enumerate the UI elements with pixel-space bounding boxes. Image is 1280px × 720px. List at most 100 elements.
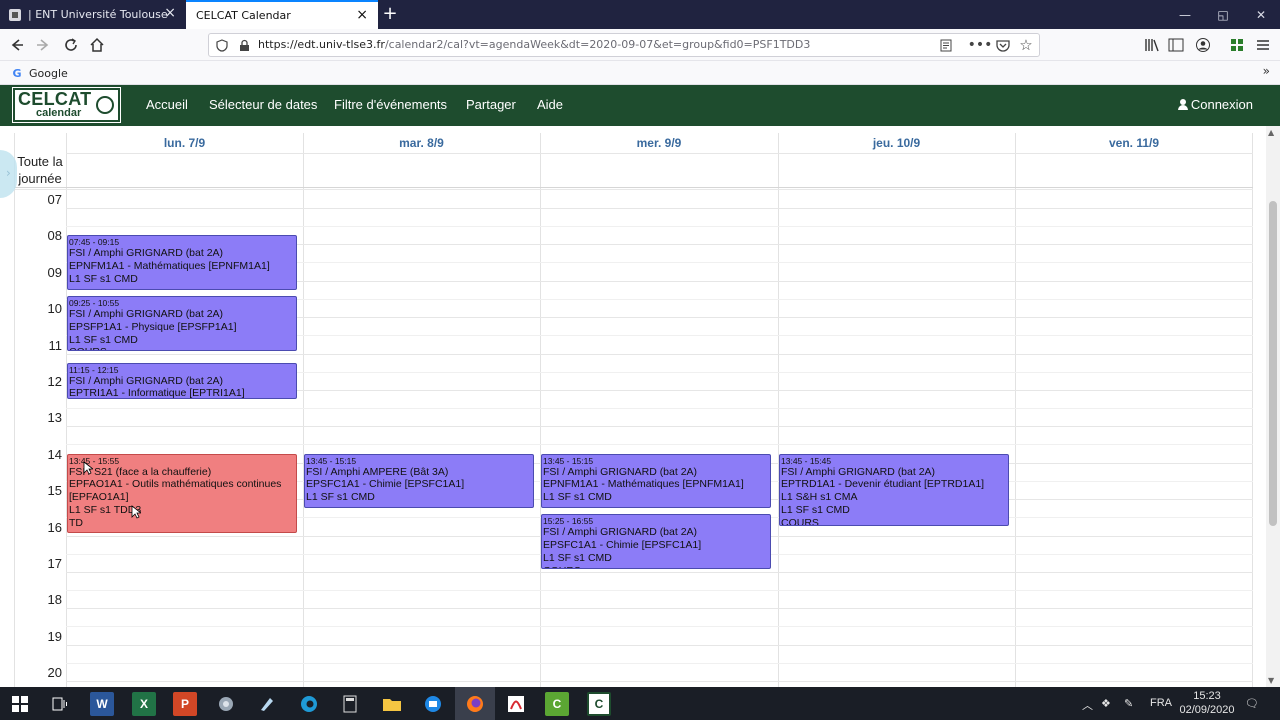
hour-label: 08 bbox=[47, 228, 62, 244]
menu-event-filter[interactable]: Filtre d'événements bbox=[334, 97, 447, 112]
calendar-event[interactable]: 15:25 - 16:55 FSI / Amphi GRIGNARD (bat 2… bbox=[541, 514, 771, 569]
calendar-event[interactable]: 09:25 - 10:55 FSI / Amphi GRIGNARD (bat 2… bbox=[67, 295, 297, 351]
logo-gear-icon bbox=[96, 96, 114, 114]
home-icon[interactable] bbox=[85, 33, 109, 57]
edge-icon[interactable] bbox=[297, 692, 321, 716]
browser-nav-bar: https://edt.univ-tlse3.fr/calendar2/cal?… bbox=[0, 29, 1280, 61]
calendar-event[interactable]: 07:45 - 09:15 FSI / Amphi GRIGNARD (bat 2… bbox=[67, 235, 297, 290]
event-line: FSI / Amphi GRIGNARD (bat 2A) bbox=[69, 247, 224, 260]
url-host: https://edt.univ-tlse3.fr bbox=[258, 38, 385, 51]
outlook-icon[interactable] bbox=[421, 692, 445, 716]
star-icon[interactable]: ☆ bbox=[1018, 36, 1034, 54]
ent-favicon-icon bbox=[8, 8, 22, 22]
celcat-app-icon[interactable]: C bbox=[587, 692, 611, 716]
account-icon[interactable] bbox=[1191, 33, 1215, 57]
more-icon[interactable]: ••• bbox=[968, 37, 993, 53]
notifications-icon[interactable]: 🗨 bbox=[1245, 697, 1259, 710]
event-time: 13:45 - 15:15 bbox=[306, 455, 357, 466]
hour-label: 13 bbox=[47, 410, 62, 426]
hour-label: 10 bbox=[47, 301, 62, 317]
event-line: COURS bbox=[69, 346, 295, 349]
half-hour-gridline bbox=[66, 444, 1253, 446]
tab-ent[interactable]: | ENT Université Toulouse III - P × bbox=[0, 0, 186, 29]
menu-icon[interactable] bbox=[1251, 33, 1275, 57]
calendar-event[interactable]: 13:45 - 15:15 FSI / Amphi AMPERE (Bât 3A)… bbox=[304, 453, 534, 509]
language-indicator[interactable]: FRA bbox=[1150, 697, 1172, 709]
acrobat-icon[interactable] bbox=[504, 692, 528, 716]
calendar-event[interactable]: 13:45 - 15:15 FSI / Amphi GRIGNARD (bat 2… bbox=[541, 453, 771, 509]
day-header-wed[interactable]: mer. 9/9 bbox=[540, 133, 778, 153]
day-header-tue[interactable]: mar. 8/9 bbox=[303, 133, 540, 153]
bookmarks-bar: G Google » bbox=[0, 61, 1280, 85]
reload-icon[interactable] bbox=[59, 33, 83, 57]
dropbox-icon[interactable]: ❖ bbox=[1101, 697, 1111, 710]
bookmarks-overflow-icon[interactable]: » bbox=[1263, 64, 1270, 78]
notepad-icon[interactable] bbox=[255, 692, 279, 716]
menu-date-selector[interactable]: Sélecteur de dates bbox=[209, 97, 317, 112]
back-icon[interactable] bbox=[5, 33, 29, 57]
scroll-up-icon[interactable]: ▲ bbox=[1268, 128, 1274, 137]
task-view-icon[interactable] bbox=[48, 692, 72, 716]
powerpoint-icon[interactable]: P bbox=[173, 692, 197, 716]
hour-label: 07 bbox=[47, 192, 62, 207]
event-line: COURS bbox=[781, 516, 819, 527]
day-header-mon[interactable]: lun. 7/9 bbox=[66, 133, 303, 153]
pen-icon[interactable]: ✎ bbox=[1124, 697, 1133, 710]
sidebar-icon[interactable] bbox=[1164, 33, 1188, 57]
page-scrollbar[interactable]: ▲ ▼ bbox=[1266, 126, 1280, 687]
show-hidden-icons-icon[interactable]: ︿ bbox=[1082, 697, 1093, 713]
scroll-down-icon[interactable]: ▼ bbox=[1268, 676, 1274, 685]
celcat-logo[interactable]: CELCAT calendar bbox=[12, 87, 121, 123]
minimize-icon[interactable]: — bbox=[1166, 0, 1204, 29]
start-icon[interactable] bbox=[8, 692, 32, 716]
pocket-icon[interactable] bbox=[995, 37, 1011, 53]
day-header-fri[interactable]: ven. 11/9 bbox=[1015, 133, 1253, 153]
menu-help[interactable]: Aide bbox=[537, 97, 563, 112]
event-line: EPNFM1A1 - Mathématiques [EPNFM1A1] bbox=[543, 478, 744, 491]
event-line: EPNFM1A1 - Mathématiques [EPNFM1A1] bbox=[69, 260, 270, 273]
menu-accueil[interactable]: Accueil bbox=[146, 97, 188, 112]
app-icon[interactable] bbox=[214, 692, 238, 716]
tab-title: CELCAT Calendar bbox=[196, 9, 291, 22]
shield-icon[interactable] bbox=[214, 37, 230, 53]
close-tab-icon[interactable]: × bbox=[164, 6, 176, 20]
url-bar[interactable]: https://edt.univ-tlse3.fr/calendar2/cal?… bbox=[208, 33, 1040, 57]
excel-icon[interactable]: X bbox=[132, 692, 156, 716]
url-text[interactable]: https://edt.univ-tlse3.fr/calendar2/cal?… bbox=[258, 38, 810, 51]
bookmark-label: Google bbox=[29, 66, 68, 80]
firefox-icon[interactable] bbox=[463, 692, 487, 716]
day-header-thu[interactable]: jeu. 10/9 bbox=[778, 133, 1015, 153]
system-clock[interactable]: 15:23 02/09/2020 bbox=[1172, 689, 1242, 717]
chevron-right-icon: › bbox=[6, 166, 11, 180]
bookmark-google[interactable]: G Google bbox=[10, 66, 68, 80]
calendar-event[interactable]: 13:45 - 15:55 FSI / S21 (face a la chauff… bbox=[67, 453, 297, 533]
user-icon bbox=[1177, 99, 1188, 110]
tab-celcat[interactable]: CELCAT Calendar × bbox=[186, 0, 378, 29]
half-hour-gridline bbox=[66, 408, 1253, 409]
calculator-icon[interactable] bbox=[338, 692, 362, 716]
mouse-cursor-icon bbox=[83, 461, 93, 475]
event-line: L1 SF s1 CMD bbox=[543, 551, 612, 564]
event-line: L1 SF s1 CMD bbox=[306, 491, 375, 504]
scrollbar-thumb[interactable] bbox=[1269, 201, 1277, 526]
forward-icon[interactable] bbox=[31, 33, 55, 57]
calendar-event[interactable]: 13:45 - 15:45 FSI / Amphi GRIGNARD (bat 2… bbox=[779, 453, 1009, 527]
camtasia-icon[interactable]: C bbox=[545, 692, 569, 716]
new-tab-icon[interactable]: + bbox=[380, 3, 400, 24]
menu-share[interactable]: Partager bbox=[466, 97, 516, 112]
lock-icon[interactable] bbox=[236, 37, 252, 53]
column-divider bbox=[540, 133, 541, 687]
maximize-icon[interactable]: ◱ bbox=[1204, 0, 1242, 29]
event-line: FSI / Amphi GRIGNARD (bat 2A) bbox=[543, 526, 698, 539]
file-explorer-icon[interactable] bbox=[380, 692, 404, 716]
calendar-event[interactable]: 11:15 - 12:15 FSI / Amphi GRIGNARD (bat 2… bbox=[67, 362, 297, 400]
close-window-icon[interactable]: ✕ bbox=[1242, 0, 1280, 29]
library-icon[interactable] bbox=[1140, 33, 1164, 57]
hour-label: 15 bbox=[47, 483, 62, 499]
event-time: 13:45 - 15:45 bbox=[781, 455, 832, 466]
close-tab-icon[interactable]: × bbox=[356, 8, 368, 22]
word-icon[interactable]: W bbox=[90, 692, 114, 716]
extensions-icon[interactable] bbox=[1225, 33, 1249, 57]
reader-icon[interactable] bbox=[938, 37, 954, 53]
login-button[interactable]: Connexion bbox=[1177, 97, 1253, 112]
